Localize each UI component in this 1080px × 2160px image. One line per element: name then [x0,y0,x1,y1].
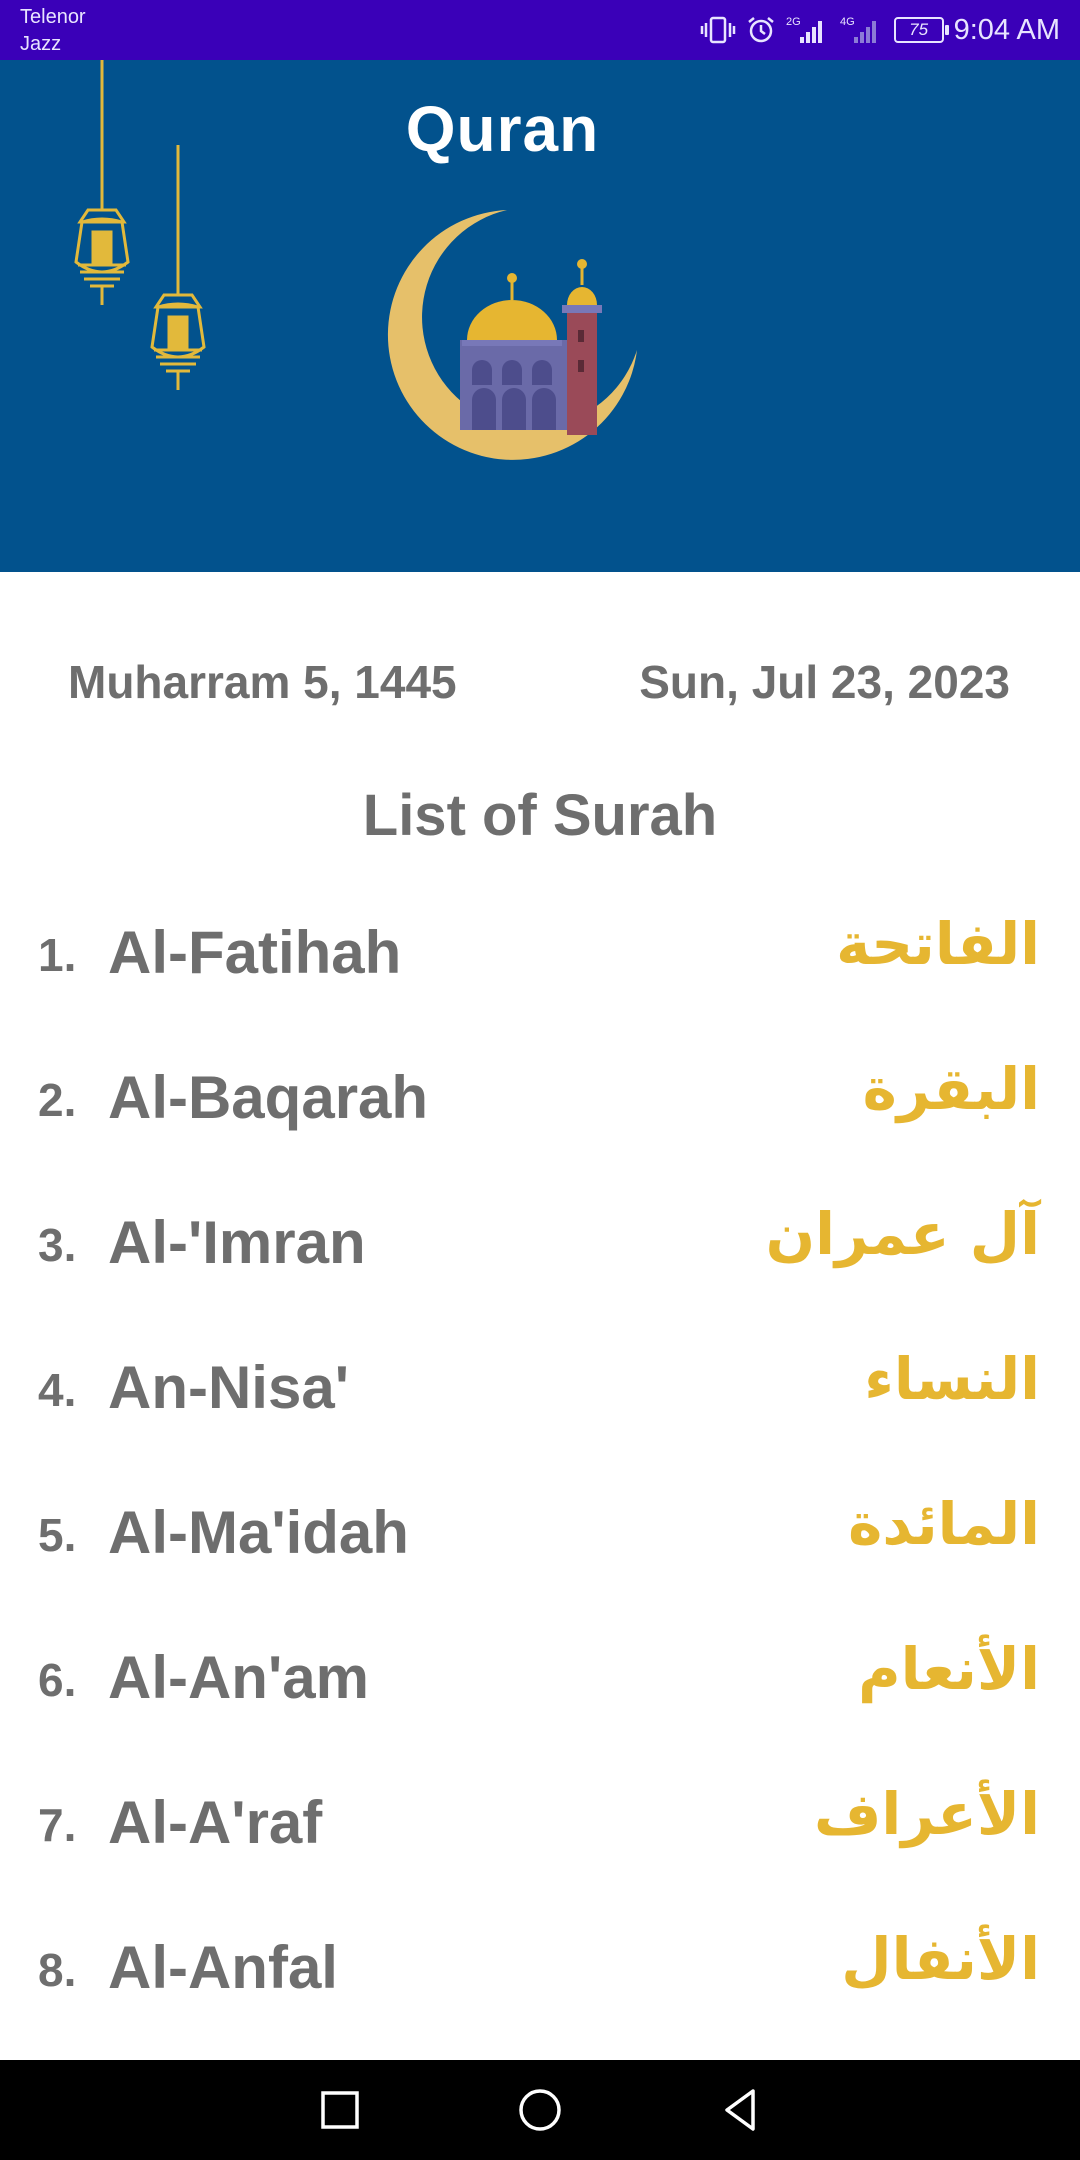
gregorian-date: Sun, Jul 23, 2023 [639,656,1010,708]
surah-arabic-name: الأنعام [858,1635,1040,1703]
carrier-line-2: Jazz [20,33,62,55]
list-title: List of Surah [362,783,718,848]
date-row: Muharram 5, 1445 Sun, Jul 23, 2023 [0,655,1080,715]
surah-arabic-name: المائدة [848,1490,1040,1558]
surah-number: 5. [38,1509,77,1561]
surah-number: 2. [38,1074,77,1126]
list-item[interactable]: 8. Al-Anfal الأنفال [0,1895,1080,2040]
surah-name: Al-Fatihah [108,919,402,986]
signal-icon-2: 4G [840,15,884,45]
vibrate-icon [700,15,736,45]
surah-number: 3. [38,1219,77,1271]
surah-name: An-Nisa' [108,1354,349,1421]
surah-arabic-name: آل عمران [765,1200,1040,1268]
surah-arabic-name: الأنفال [841,1925,1040,1993]
signal-icon: 2G [786,15,830,45]
crescent-mosque-icon [387,210,637,460]
lantern-icon [74,60,206,390]
list-item[interactable]: 2. Al-Baqarah البقرة [0,1025,1080,1170]
list-item[interactable]: 1. Al-Fatihah الفاتحة [0,880,1080,1025]
battery-icon: 75 [893,17,949,43]
battery-level: 75 [909,20,929,39]
network-label-1: 2G [786,16,801,28]
surah-arabic-name: النساء [864,1345,1040,1413]
app-header: Quran [0,60,1080,572]
surah-number: 4. [38,1364,77,1416]
list-item[interactable]: 3. Al-'Imran آل عمران [0,1170,1080,1315]
carrier-line-1: Telenor [20,6,86,28]
network-label-2: 4G [840,16,855,28]
surah-number: 7. [38,1799,77,1851]
surah-number: 8. [38,1944,77,1996]
list-item[interactable]: 6. Al-An'am الأنعام [0,1605,1080,1750]
surah-name: Al-Anfal [108,1934,338,2001]
list-item[interactable]: 7. Al-A'raf الأعراف [0,1750,1080,1895]
recent-apps-icon[interactable] [315,2085,365,2135]
surah-name: Al-Ma'idah [108,1499,409,1566]
alarm-icon [746,15,776,45]
status-bar: Telenor Jazz 2G 4G 75 9:04 AM [0,0,1080,60]
home-icon[interactable] [515,2085,565,2135]
surah-number: 1. [38,929,77,981]
navigation-bar [0,2060,1080,2160]
surah-arabic-name: الأعراف [813,1780,1040,1848]
surah-list: 1. Al-Fatihah الفاتحة 2. Al-Baqarah البق… [0,880,1080,2040]
hijri-date: Muharram 5, 1445 [68,656,457,708]
surah-name: Al-An'am [108,1644,369,1711]
surah-number: 6. [38,1654,77,1706]
list-item[interactable]: 4. An-Nisa' النساء [0,1315,1080,1460]
list-item[interactable]: 5. Al-Ma'idah المائدة [0,1460,1080,1605]
surah-name: Al-Baqarah [108,1064,429,1131]
back-icon[interactable] [715,2085,765,2135]
surah-arabic-name: الفاتحة [836,910,1040,978]
carrier-label: Telenor Jazz [20,4,86,58]
status-icons: 2G 4G 75 9:04 AM [700,0,1060,60]
surah-name: Al-'Imran [108,1209,366,1276]
surah-arabic-name: البقرة [862,1055,1040,1123]
status-time: 9:04 AM [953,13,1060,46]
surah-name: Al-A'raf [108,1789,323,1856]
